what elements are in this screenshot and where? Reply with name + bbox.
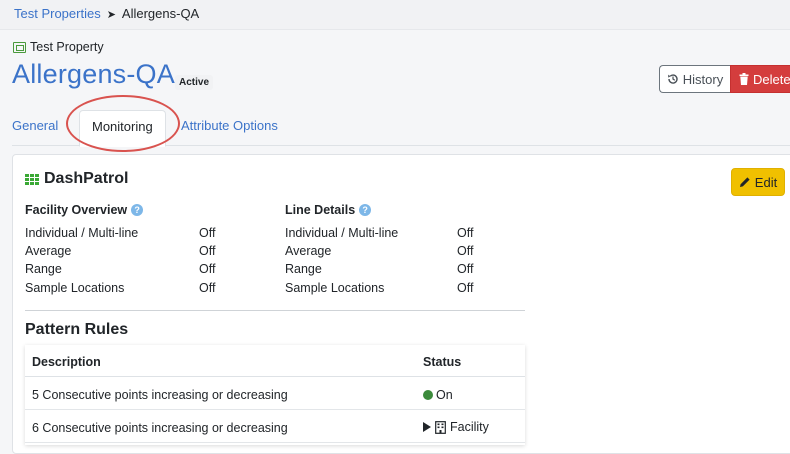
test-property-icon — [13, 41, 26, 53]
rule-status-label: Facility — [450, 420, 489, 434]
line-row-value: Off — [457, 226, 474, 240]
tab-general[interactable]: General — [12, 118, 58, 133]
line-details-heading: Line Details ? — [285, 203, 372, 217]
tab-attribute-options[interactable]: Attribute Options — [181, 118, 278, 133]
delete-label: Delete — [753, 71, 790, 87]
pencil-icon — [739, 177, 750, 187]
column-header-status: Status — [423, 355, 462, 369]
rule-description: 6 Consecutive points increasing or decre… — [32, 421, 288, 435]
page-title: Allergens-QA — [12, 59, 175, 89]
section-divider — [25, 310, 525, 311]
facility-row-value: Off — [199, 262, 216, 276]
facility-row-label: Average — [25, 244, 72, 258]
facility-overview-label: Facility Overview — [25, 203, 128, 217]
line-details-label: Line Details — [285, 203, 356, 217]
entity-type-line: Test Property — [13, 40, 104, 54]
facility-row-value: Off — [199, 226, 216, 240]
history-icon — [667, 74, 678, 84]
building-icon — [435, 420, 446, 434]
line-row-value: Off — [457, 281, 474, 295]
facility-row-label: Range — [25, 262, 62, 276]
line-row-value: Off — [457, 244, 474, 258]
history-label: History — [682, 71, 724, 87]
entity-type-label: Test Property — [30, 40, 104, 54]
edit-label: Edit — [754, 174, 778, 190]
line-row-value: Off — [457, 262, 474, 276]
dashpatrol-title: DashPatrol — [44, 170, 129, 187]
column-header-description: Description — [32, 355, 101, 369]
grid-icon — [25, 173, 39, 185]
pattern-rules-table: Description Status 5 Consecutive points … — [25, 345, 525, 445]
breadcrumb-current: Allergens-QA — [121, 6, 200, 21]
table-row: 5 Consecutive points increasing or decre… — [25, 378, 525, 410]
history-button[interactable]: History — [659, 65, 730, 93]
status-badge: Active — [175, 75, 214, 90]
trash-icon — [739, 73, 749, 85]
table-header: Description Status — [25, 345, 525, 377]
help-icon[interactable]: ? — [359, 204, 372, 216]
delete-button[interactable]: Delete — [730, 65, 790, 93]
annotation-circle — [66, 95, 180, 152]
line-row-label: Average — [285, 244, 332, 258]
rule-status[interactable]: Facility — [423, 420, 489, 434]
caret-right-icon — [423, 422, 431, 432]
breadcrumb: Test Properties ➤ Allergens-QA — [14, 6, 199, 21]
table-row: 6 Consecutive points increasing or decre… — [25, 411, 525, 443]
facility-row-label: Sample Locations — [25, 281, 125, 295]
facility-overview-heading: Facility Overview ? — [25, 203, 144, 217]
facility-row-label: Individual / Multi-line — [25, 226, 139, 240]
breadcrumb-separator-icon: ➤ — [106, 9, 116, 21]
facility-row-value: Off — [199, 281, 216, 295]
line-row-label: Range — [285, 262, 322, 276]
facility-row-value: Off — [199, 244, 216, 258]
rule-description: 5 Consecutive points increasing or decre… — [32, 388, 288, 402]
dashpatrol-heading: DashPatrol — [25, 170, 128, 188]
edit-button[interactable]: Edit — [731, 168, 785, 196]
status-dot-icon — [423, 390, 433, 400]
line-row-label: Sample Locations — [285, 281, 385, 295]
top-bar: Test Properties ➤ Allergens-QA — [0, 0, 790, 30]
help-icon[interactable]: ? — [131, 204, 144, 216]
line-row-label: Individual / Multi-line — [285, 226, 399, 240]
pattern-rules-title: Pattern Rules — [25, 321, 129, 338]
rule-status: On — [423, 388, 453, 402]
breadcrumb-link-test-properties[interactable]: Test Properties — [14, 6, 101, 21]
rule-status-label: On — [436, 388, 453, 402]
